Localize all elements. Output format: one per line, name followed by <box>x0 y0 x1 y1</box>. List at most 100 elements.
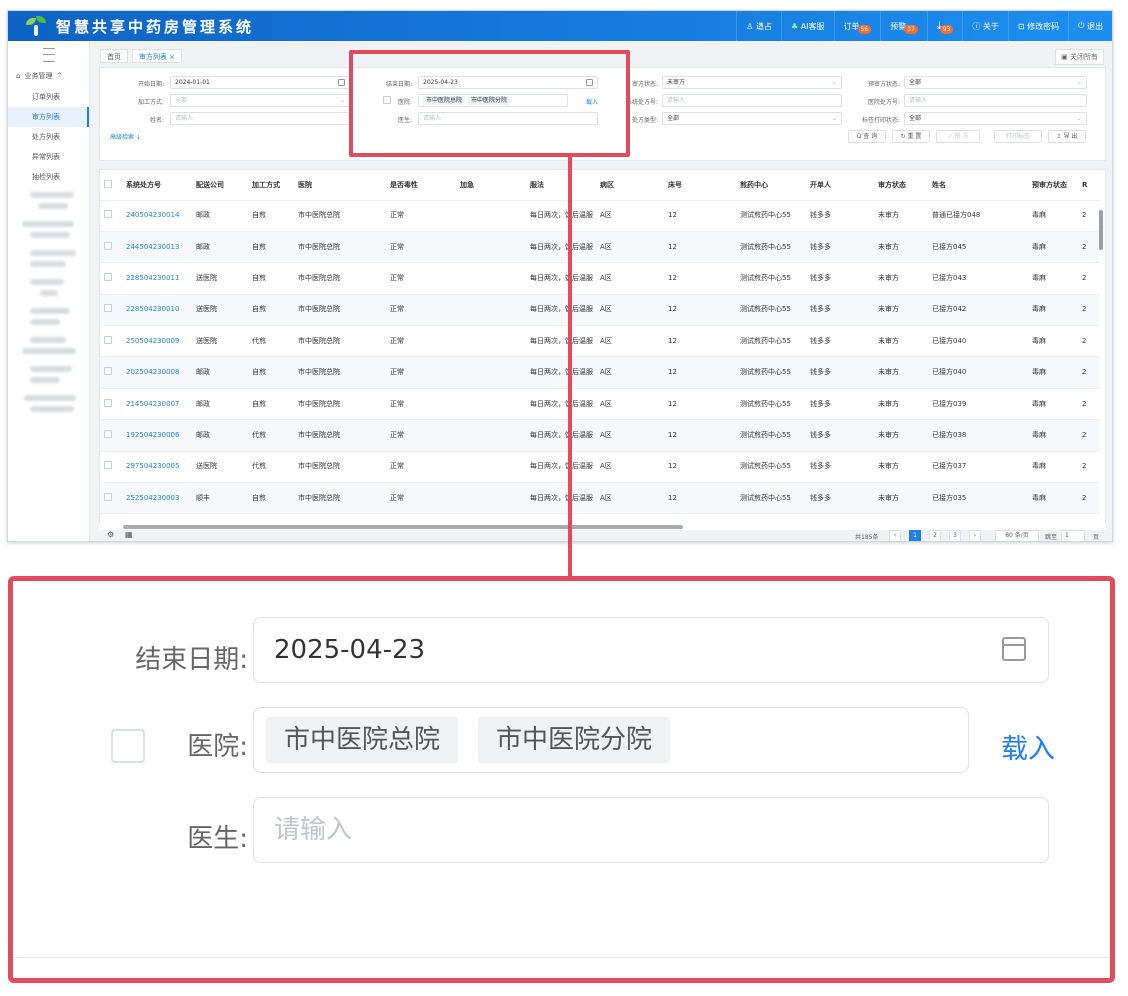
table-row[interactable]: 228504230011 送医院 自煎 市中医院总院 正常 每日两次，饭后温服 A区 12 测试… <box>100 262 1100 295</box>
table-row[interactable]: 214504230007 邮政 自煎 市中医院总院 正常 每日两次，饭后温服 A区 12 测试煎… <box>100 388 1100 421</box>
header-orders[interactable]: 订单 56 <box>833 11 881 41</box>
review-button[interactable]: ✓ 审 方 <box>936 130 980 143</box>
review-status-select[interactable]: 未审方 ⌄ <box>662 76 842 89</box>
page-1[interactable]: 1 <box>909 530 921 541</box>
goto-input[interactable]: 1 <box>1061 530 1085 541</box>
col-header[interactable]: 加工方式 <box>248 170 294 201</box>
col-header[interactable]: 是否毒性 <box>386 170 456 201</box>
table-row[interactable]: 228504230010 送医院 自煎 市中医院总院 正常 每日两次，饭后温服 A区 12 测试… <box>100 294 1100 327</box>
table-row[interactable]: 244504230013 邮政 自煎 市中医院总院 正常 每日两次，饭后温服 A区 12 测试煎… <box>100 231 1100 264</box>
row-checkbox[interactable] <box>104 335 112 344</box>
col-header[interactable]: 预审方状态 <box>1028 170 1078 201</box>
zoom-hospital-checkbox[interactable] <box>111 729 145 763</box>
row-checkbox[interactable] <box>104 210 112 219</box>
col-header[interactable]: 服法 <box>526 170 596 201</box>
prescription-no-link[interactable]: 202504230008 <box>122 356 192 389</box>
row-checkbox[interactable] <box>104 492 112 501</box>
col-header[interactable]: R <box>1078 170 1100 201</box>
print-label-button[interactable]: 打印标签 <box>994 130 1042 143</box>
col-header[interactable]: 医院 <box>294 170 386 201</box>
vertical-scrollbar[interactable] <box>1099 210 1103 250</box>
prescription-no-link[interactable]: 192504230006 <box>122 419 192 452</box>
header-change-password[interactable]: ⊡ 修改密码 <box>1007 11 1068 41</box>
table-row[interactable]: 297504230005 送医院 代煎 市中医院总院 正常 每日两次，饭后温服 A区 12 测试… <box>100 451 1100 484</box>
table-row[interactable]: 240504230014 邮政 自煎 市中医院总院 正常 每日两次，饭后温服 A区 12 测试煎… <box>100 200 1100 232</box>
settings-icon[interactable]: ⚙ <box>107 530 114 539</box>
row-checkbox[interactable] <box>104 304 112 313</box>
row-checkbox[interactable] <box>104 429 112 438</box>
zoom-doctor-input[interactable]: 请输入 <box>253 797 1049 863</box>
zoom-end-date-input[interactable]: 2025-04-23 <box>253 617 1049 683</box>
prescription-no-link[interactable]: 297504230005 <box>122 451 192 484</box>
sidebar-item-prescriptions[interactable]: 处方列表 <box>8 127 89 147</box>
table-cell: 每日两次，饭后温服 <box>526 262 596 295</box>
zoom-hospital-select[interactable]: 市中医院总院 市中医院分院 <box>253 707 969 773</box>
sys-no-input[interactable]: 请输入 <box>662 94 842 107</box>
table-row[interactable]: 252504230003 顺丰 自煎 市中医院总院 正常 每日两次，饭后温服 A区 12 测试煎… <box>100 482 1100 515</box>
page-size-select[interactable]: 80 条/页 <box>995 530 1039 541</box>
header-logout[interactable]: ⏻ 退出 <box>1068 11 1112 41</box>
col-header[interactable]: 病区 <box>596 170 664 201</box>
row-checkbox[interactable] <box>104 398 112 407</box>
grid-icon[interactable]: ▦ <box>125 530 133 539</box>
col-header[interactable]: 开单人 <box>806 170 874 201</box>
row-checkbox[interactable] <box>104 461 112 470</box>
process-select[interactable]: 全部 ⌄ <box>170 94 350 107</box>
prescription-no-link[interactable]: 252504230003 <box>122 482 192 515</box>
prescription-no-link[interactable]: 214504230007 <box>122 388 192 421</box>
col-header[interactable]: 煎药中心 <box>736 170 806 201</box>
export-button[interactable]: ⇪ 导 出 <box>1048 130 1086 143</box>
page-3[interactable]: 3 <box>949 530 961 541</box>
col-header[interactable]: 床号 <box>664 170 736 201</box>
select-all-checkbox[interactable] <box>104 179 112 188</box>
sidebar-item-exceptions[interactable]: 异常列表 <box>8 147 89 167</box>
reset-button[interactable]: ↻ 重 置 <box>892 130 930 143</box>
start-date-input[interactable]: 2024-01-01 <box>170 76 350 89</box>
table-row[interactable]: 250504230009 送医院 代煎 市中医院总院 正常 每日两次，饭后温服 A区 12 测试… <box>100 325 1100 358</box>
sidebar-item-review[interactable]: 审方列表 <box>8 107 89 127</box>
table-row[interactable]: 192504230006 邮政 代煎 市中医院总院 正常 每日两次，饭后温服 A区 12 测试煎… <box>100 419 1100 452</box>
hospital-chip[interactable]: 市中医院分院 <box>478 717 671 763</box>
warn-status-select[interactable]: 全部 ⌄ <box>904 76 1087 89</box>
sidebar-item-orders[interactable]: 订单列表 <box>8 87 89 107</box>
table-cell: 送医院 <box>192 262 248 295</box>
sidebar-item-inspection[interactable]: 抽检列表 <box>8 167 89 187</box>
hosp-no-input[interactable]: 请输入 <box>904 94 1087 107</box>
col-header[interactable]: 姓名 <box>928 170 1028 201</box>
row-checkbox[interactable] <box>104 272 112 281</box>
row-checkbox[interactable] <box>104 241 112 250</box>
advanced-search-link[interactable]: 高级检索 ↓ <box>110 132 141 141</box>
next-page-button[interactable]: › <box>969 530 981 541</box>
name-input[interactable]: 请输入 <box>170 112 350 125</box>
close-all-tabs-button[interactable]: ▣ 关闭所有 <box>1055 49 1104 65</box>
header-user[interactable]: ♙ 遒占 <box>736 11 781 41</box>
menu-toggle-icon[interactable] <box>42 48 55 62</box>
prescription-no-link[interactable]: 228504230011 <box>122 262 192 295</box>
header-about[interactable]: ⓘ 关于 <box>962 11 1008 41</box>
header-downloads[interactable]: ⤓ 93 <box>926 11 963 41</box>
col-header[interactable]: 审方状态 <box>874 170 928 201</box>
page-2[interactable]: 2 <box>929 530 941 541</box>
col-header[interactable]: 配送公司 <box>192 170 248 201</box>
row-checkbox[interactable] <box>104 367 112 376</box>
table-row[interactable]: 202504230008 邮政 自煎 市中医院总院 正常 每日两次，饭后温服 A区 12 测试煎… <box>100 356 1100 389</box>
hospital-chip[interactable]: 市中医院总院 <box>266 717 459 763</box>
sidebar-group-business[interactable]: ⌂ 业务管理 ^ <box>8 65 89 87</box>
prev-page-button[interactable]: ‹ <box>889 530 901 541</box>
tab-home[interactable]: 首页 <box>100 49 128 63</box>
prescription-no-link[interactable]: 250504230009 <box>122 325 192 358</box>
query-button[interactable]: Q 查 询 <box>848 130 886 143</box>
print-status-select[interactable]: 全部 ⌄ <box>904 112 1087 125</box>
header-ai-service[interactable]: ♣ AI客服 <box>780 11 834 41</box>
col-header[interactable]: 加急 <box>456 170 526 201</box>
zoom-load-link[interactable]: 载入 <box>1001 727 1055 766</box>
table-cell: 已接方038 <box>928 419 1028 452</box>
prescription-no-link[interactable]: 244504230013 <box>122 231 192 264</box>
table-cell: 测试煎药中心55 <box>736 388 806 421</box>
prescription-no-link[interactable]: 240504230014 <box>122 200 192 232</box>
col-header[interactable]: 系统处方号 <box>122 170 192 201</box>
type-select[interactable]: 全部 ⌄ <box>662 112 842 125</box>
prescription-no-link[interactable]: 228504230010 <box>122 294 192 327</box>
tab-review-list[interactable]: 审方列表 × <box>132 49 183 63</box>
header-warnings[interactable]: 预警 37 <box>880 11 927 41</box>
